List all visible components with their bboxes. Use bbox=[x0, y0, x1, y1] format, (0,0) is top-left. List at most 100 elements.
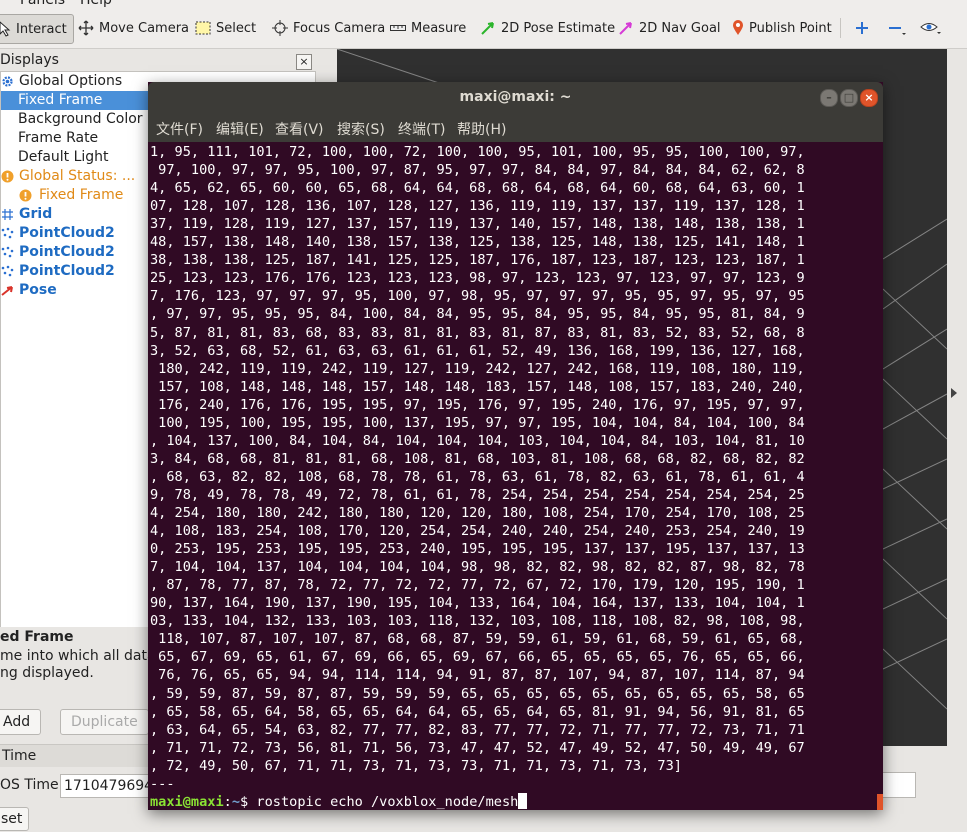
terminal-line: 4, 65, 62, 65, 60, 60, 65, 68, 64, 64, 6… bbox=[150, 180, 805, 197]
tree-row-global-options[interactable]: Global Options bbox=[1, 72, 149, 91]
menu-help[interactable]: Help bbox=[80, 0, 112, 8]
terminal-title: maxi@maxi: ~ bbox=[459, 89, 572, 105]
terminal-line: , 87, 78, 77, 87, 78, 72, 77, 72, 72, 77… bbox=[150, 577, 805, 594]
tree-label: PointCloud2 bbox=[19, 263, 115, 279]
pose-arrow-icon bbox=[1, 286, 13, 296]
terminal-scrollbar[interactable] bbox=[877, 794, 883, 810]
tree-label: Global Options bbox=[19, 73, 123, 89]
tree-label: Global Status: ... bbox=[19, 168, 136, 184]
terminal-line: , 71, 71, 72, 73, 56, 81, 71, 56, 73, 47… bbox=[150, 739, 805, 756]
minimize-icon: – bbox=[826, 91, 832, 104]
terminal-line: , 63, 64, 65, 54, 63, 82, 77, 77, 82, 83… bbox=[150, 721, 805, 738]
green-arrow-icon bbox=[481, 22, 494, 35]
displays-title: Displays bbox=[0, 52, 59, 68]
crosshair-icon bbox=[272, 20, 288, 36]
description-line: me into which all data bbox=[0, 648, 156, 664]
nav-goal-button[interactable]: 2D Nav Goal bbox=[618, 14, 721, 42]
time-field-right[interactable] bbox=[880, 772, 916, 798]
remove-tool-button[interactable] bbox=[888, 14, 906, 42]
terminal-line: 3, 52, 63, 68, 52, 61, 63, 63, 61, 61, 6… bbox=[150, 342, 805, 359]
prompt-user: maxi@maxi bbox=[150, 793, 224, 810]
maximize-button[interactable]: □ bbox=[840, 89, 858, 107]
tree-row-pointcloud2-1[interactable]: PointCloud2 bbox=[1, 224, 149, 243]
minus-icon bbox=[889, 27, 906, 35]
minimize-button[interactable]: – bbox=[820, 89, 838, 107]
prompt-separator: : bbox=[223, 793, 232, 810]
terminal-menu-view[interactable]: 查看(V) bbox=[275, 119, 324, 139]
tree-row-grid[interactable]: Grid bbox=[1, 205, 149, 224]
terminal-line: 4, 254, 180, 180, 242, 180, 180, 120, 12… bbox=[150, 505, 805, 521]
prompt-path: ~ bbox=[231, 793, 241, 810]
pose-estimate-button[interactable]: 2D Pose Estimate bbox=[480, 14, 615, 42]
pointcloud-icon bbox=[1, 246, 14, 258]
terminal-output[interactable]: 1, 95, 111, 101, 72, 100, 100, 72, 100, … bbox=[148, 143, 883, 810]
terminal-menu-terminal[interactable]: 终端(T) bbox=[398, 119, 445, 139]
terminal-menu-edit[interactable]: 编辑(E) bbox=[216, 119, 264, 139]
reset-button[interactable]: set bbox=[0, 807, 30, 831]
move-camera-button[interactable]: Move Camera bbox=[78, 14, 189, 42]
tree-label: PointCloud2 bbox=[19, 244, 115, 260]
menubar: Panels Help bbox=[0, 0, 967, 8]
terminal-titlebar[interactable]: maxi@maxi: ~ – □ × bbox=[148, 82, 883, 112]
time-panel-title: Time bbox=[2, 748, 37, 764]
close-panel-button[interactable]: × bbox=[296, 54, 312, 70]
terminal-line: 90, 137, 164, 190, 137, 190, 195, 104, 1… bbox=[150, 595, 805, 612]
pointcloud-icon bbox=[1, 227, 14, 239]
publish-point-button[interactable]: Publish Point bbox=[732, 14, 832, 42]
tree-label: Fixed Frame bbox=[39, 187, 124, 203]
tree-row-status-fixed-frame[interactable]: Fixed Frame bbox=[1, 186, 149, 205]
terminal-menu-file[interactable]: 文件(F) bbox=[156, 119, 203, 139]
tree-row-default-light[interactable]: Default Light bbox=[1, 148, 149, 167]
grid-icon bbox=[2, 209, 13, 220]
terminal-prompt-line[interactable]: maxi@maxi:~$ rostopic echo /voxblox_node… bbox=[150, 792, 528, 810]
tree-label: Grid bbox=[19, 206, 53, 222]
terminal-line: 48, 157, 138, 148, 140, 138, 157, 138, 1… bbox=[150, 234, 805, 251]
select-tool-button[interactable]: Select bbox=[195, 14, 256, 42]
terminal-window[interactable]: maxi@maxi: ~ – □ × 文件(F) 编辑(E) 查看(V) 搜索(… bbox=[148, 82, 883, 810]
interact-tool-button[interactable]: Interact bbox=[0, 14, 74, 44]
terminal-line: 4, 108, 183, 254, 108, 170, 120, 254, 25… bbox=[150, 523, 805, 540]
pointcloud-icon bbox=[1, 265, 14, 277]
tree-row-background-color[interactable]: Background Color bbox=[1, 110, 149, 129]
duplicate-display-button[interactable]: Duplicate bbox=[60, 709, 149, 735]
terminal-line: , 104, 137, 100, 84, 104, 84, 104, 104, … bbox=[150, 432, 805, 449]
menu-panels[interactable]: Panels bbox=[20, 0, 65, 8]
tree-label: Fixed Frame bbox=[18, 92, 103, 108]
terminal-line: 65, 67, 69, 65, 61, 67, 69, 66, 65, 69, … bbox=[150, 649, 805, 666]
view-options-button[interactable] bbox=[920, 14, 942, 42]
ros-time-label: OS Time: bbox=[0, 777, 64, 793]
right-collapse-strip[interactable] bbox=[947, 49, 967, 746]
close-icon: × bbox=[864, 91, 874, 104]
terminal-line: 03, 133, 104, 132, 133, 103, 103, 118, 1… bbox=[150, 613, 805, 630]
prompt-dollar: $ bbox=[240, 793, 257, 810]
map-pin-icon bbox=[733, 20, 743, 35]
terminal-menu-search[interactable]: 搜索(S) bbox=[337, 119, 385, 139]
terminal-menu-help[interactable]: 帮助(H) bbox=[457, 119, 506, 139]
add-tool-button[interactable] bbox=[855, 14, 869, 42]
tree-row-pointcloud2-2[interactable]: PointCloud2 bbox=[1, 243, 149, 262]
add-display-button[interactable]: Add bbox=[0, 709, 42, 735]
tree-row-pointcloud2-3[interactable]: PointCloud2 bbox=[1, 262, 149, 281]
displays-panel-header: Displays × bbox=[0, 51, 314, 71]
tree-row-frame-rate[interactable]: Frame Rate bbox=[1, 129, 149, 148]
measure-tool-button[interactable]: Measure bbox=[390, 14, 466, 42]
tree-row-pose[interactable]: Pose bbox=[1, 281, 149, 300]
terminal-line: 118, 107, 87, 107, 107, 87, 68, 68, 87, … bbox=[150, 631, 805, 648]
measure-label: Measure bbox=[411, 20, 467, 36]
select-box-icon bbox=[195, 21, 211, 35]
interact-label: Interact bbox=[16, 21, 67, 37]
terminal-line: 7, 104, 104, 137, 104, 104, 104, 104, 98… bbox=[150, 559, 805, 576]
tree-row-fixed-frame[interactable]: Fixed Frame bbox=[1, 91, 149, 110]
expand-arrow-icon[interactable] bbox=[951, 388, 957, 398]
warning-icon bbox=[19, 189, 32, 202]
pose-estimate-label: 2D Pose Estimate bbox=[501, 20, 616, 36]
terminal-line: 100, 195, 100, 195, 195, 100, 137, 195, … bbox=[150, 414, 805, 431]
tree-row-global-status[interactable]: Global Status: ... bbox=[1, 167, 149, 186]
terminal-line: 176, 240, 176, 176, 195, 195, 97, 195, 1… bbox=[150, 396, 805, 413]
terminal-line: 38, 138, 138, 125, 187, 141, 125, 125, 1… bbox=[150, 252, 805, 269]
terminal-line: 0, 253, 195, 253, 195, 195, 253, 240, 19… bbox=[150, 541, 805, 558]
move-arrows-icon bbox=[78, 20, 94, 36]
close-window-button[interactable]: × bbox=[860, 89, 878, 107]
terminal-line: 37, 119, 128, 119, 127, 137, 157, 119, 1… bbox=[150, 216, 805, 233]
focus-camera-button[interactable]: Focus Camera bbox=[272, 14, 385, 42]
